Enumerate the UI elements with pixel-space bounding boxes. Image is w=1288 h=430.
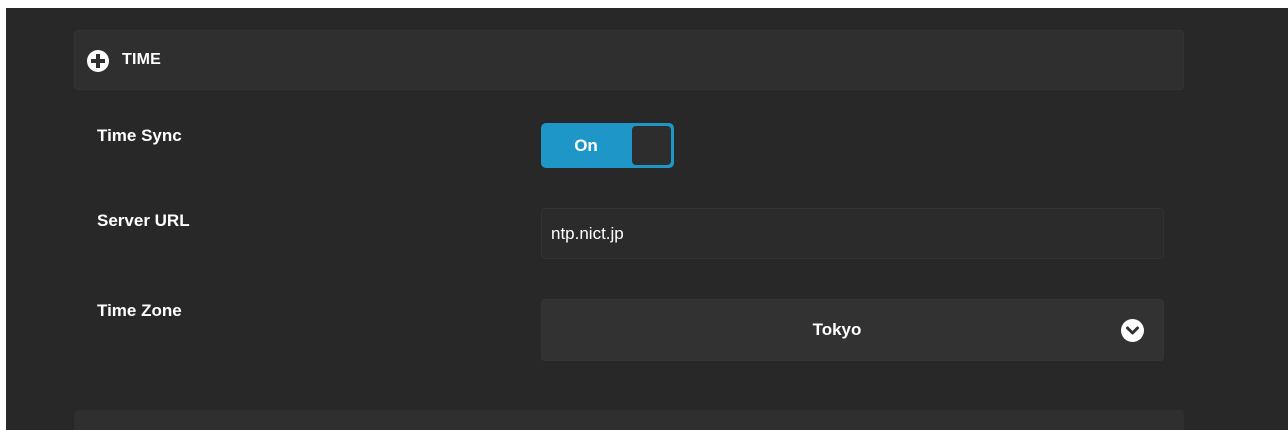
toggle-state-text: On (574, 136, 598, 155)
chevron-down-icon[interactable] (1121, 319, 1144, 342)
server-url-input[interactable] (541, 208, 1164, 259)
plus-icon[interactable] (87, 50, 109, 72)
toggle-knob[interactable] (632, 126, 671, 165)
time-section-header[interactable]: TIME (74, 30, 1184, 90)
time-sync-toggle[interactable]: On (541, 123, 674, 168)
server-url-label: Server URL (97, 211, 190, 230)
time-zone-label: Time Zone (97, 301, 182, 320)
time-zone-selected-value: Tokyo (812, 320, 862, 339)
time-sync-label: Time Sync (97, 126, 182, 145)
section-title: TIME (122, 51, 162, 68)
next-section-header[interactable] (74, 410, 1184, 430)
time-zone-select[interactable]: Tokyo (541, 299, 1164, 361)
